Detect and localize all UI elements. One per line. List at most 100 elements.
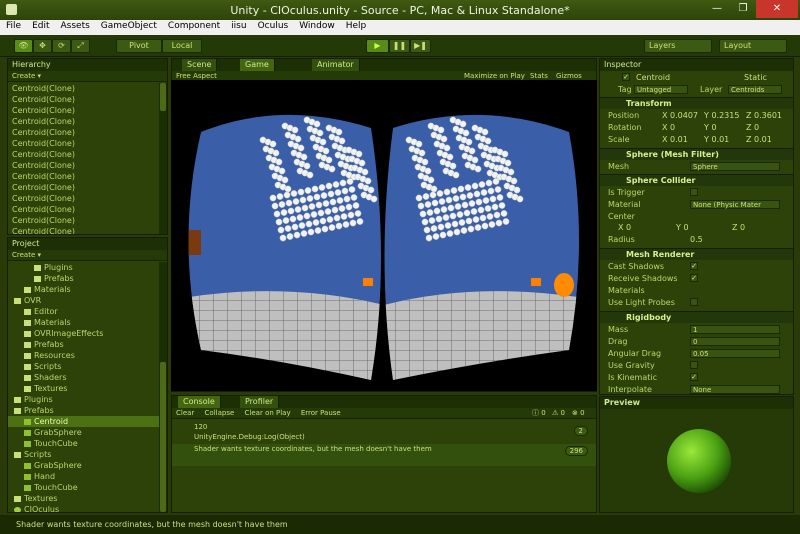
warning-count[interactable]: ⚠ 0 [552, 408, 565, 419]
hierarchy-item[interactable]: Centroid(Clone) [8, 127, 167, 138]
project-create-dropdown[interactable]: Create ▾ [8, 250, 167, 261]
active-checkbox[interactable]: ✓ [622, 73, 630, 81]
position-x-field[interactable]: 0.0407 [670, 111, 698, 120]
scale-tool-button[interactable]: ⤢ [71, 39, 90, 53]
project-item[interactable]: Plugins [8, 262, 167, 273]
project-item[interactable]: Shaders [8, 372, 167, 383]
layer-dropdown[interactable]: Centroids [728, 85, 782, 94]
clear-button[interactable]: Clear [176, 409, 194, 417]
play-button[interactable]: ▶ [366, 39, 389, 53]
hierarchy-create-dropdown[interactable]: Create ▾ [8, 71, 167, 82]
radius-field[interactable]: 0.5 [690, 234, 703, 245]
project-item[interactable]: Textures [8, 493, 167, 504]
pivot-toggle[interactable]: Pivot [116, 39, 162, 53]
game-view-render[interactable] [171, 80, 597, 391]
hierarchy-item[interactable]: Centroid(Clone) [8, 149, 167, 160]
project-item[interactable]: Materials [8, 284, 167, 295]
scale-y-field[interactable]: 0.01 [711, 135, 729, 144]
tab-profiler[interactable]: Profiler [240, 396, 280, 408]
project-item[interactable]: Editor [8, 306, 167, 317]
project-item[interactable]: GrabSphere [8, 427, 167, 438]
hierarchy-item[interactable]: Centroid(Clone) [8, 215, 167, 226]
project-item[interactable]: Hand [8, 471, 167, 482]
sphere-collider-header[interactable]: Sphere Collider [600, 174, 793, 186]
project-item[interactable]: Textures [8, 383, 167, 394]
menu-help[interactable]: Help [340, 20, 372, 31]
hierarchy-item[interactable]: Centroid(Clone) [8, 138, 167, 149]
project-item[interactable]: TouchCube [8, 438, 167, 449]
menu-oculus[interactable]: Oculus [252, 20, 294, 31]
scale-x-field[interactable]: 0.01 [670, 135, 688, 144]
clear-on-play-button[interactable]: Clear on Play [245, 409, 291, 417]
console-message[interactable]: 120 UnityEngine.Debug:Log(Object) 2 [172, 422, 596, 444]
project-item[interactable]: Centroid [8, 416, 167, 427]
layout-dropdown[interactable]: Layout [719, 39, 787, 53]
step-button[interactable]: ▶❚ [410, 39, 431, 53]
use-gravity-checkbox[interactable] [690, 361, 698, 369]
mesh-field[interactable]: Sphere [690, 162, 780, 171]
project-item[interactable]: GrabSphere [8, 460, 167, 471]
local-toggle[interactable]: Local [162, 39, 202, 53]
menu-edit[interactable]: Edit [26, 20, 54, 31]
light-probes-checkbox[interactable] [690, 298, 698, 306]
position-y-field[interactable]: 0.2315 [711, 111, 739, 120]
tab-console[interactable]: Console [178, 396, 221, 408]
center-y-field[interactable]: 0 [683, 223, 688, 232]
project-item[interactable]: TouchCube [8, 482, 167, 493]
sphere-preview[interactable] [600, 409, 794, 513]
menu-gameobject[interactable]: GameObject [95, 20, 162, 31]
mesh-filter-header[interactable]: Sphere (Mesh Filter) [600, 148, 793, 160]
static-toggle[interactable]: Static [744, 72, 767, 83]
project-item[interactable]: OVRImageEffects [8, 328, 167, 339]
hierarchy-item[interactable]: Centroid(Clone) [8, 226, 167, 234]
transform-header[interactable]: Transform [600, 97, 793, 109]
cast-shadows-checkbox[interactable]: ✓ [690, 262, 698, 270]
hierarchy-item[interactable]: Centroid(Clone) [8, 160, 167, 171]
is-trigger-checkbox[interactable] [690, 188, 698, 196]
hierarchy-item[interactable]: Centroid(Clone) [8, 204, 167, 215]
project-item[interactable]: OVR [8, 295, 167, 306]
menu-window[interactable]: Window [293, 20, 340, 31]
view-tool-button[interactable]: 👁 [14, 39, 33, 53]
collapse-button[interactable]: Collapse [205, 409, 235, 417]
project-item[interactable]: CIOculus [8, 504, 167, 512]
layers-dropdown[interactable]: Layers [644, 39, 712, 53]
interpolate-dropdown[interactable]: None [690, 385, 780, 394]
material-field[interactable]: None (Physic Mater [690, 200, 780, 209]
hierarchy-item[interactable]: Centroid(Clone) [8, 193, 167, 204]
maximize-button[interactable]: ❐ [730, 0, 756, 18]
aspect-dropdown[interactable]: Free Aspect [176, 72, 217, 80]
tag-dropdown[interactable]: Untagged [634, 85, 688, 94]
rotate-tool-button[interactable]: ⟳ [52, 39, 71, 53]
mass-field[interactable]: 1 [690, 325, 780, 334]
rigidbody-header[interactable]: Rigidbody [600, 311, 793, 323]
project-item[interactable]: Scripts [8, 361, 167, 372]
center-z-field[interactable]: 0 [740, 223, 745, 232]
hierarchy-scrollbar[interactable] [159, 83, 167, 234]
project-item[interactable]: Prefabs [8, 405, 167, 416]
is-kinematic-checkbox[interactable]: ✓ [690, 373, 698, 381]
error-count[interactable]: ⊗ 0 [572, 408, 585, 419]
status-bar[interactable]: Shader wants texture coordinates, but th… [0, 515, 800, 534]
receive-shadows-checkbox[interactable]: ✓ [690, 274, 698, 282]
drag-field[interactable]: 0 [690, 337, 780, 346]
materials-row[interactable]: Materials [604, 285, 783, 296]
message-count[interactable]: ⓘ 0 [532, 408, 546, 419]
tab-game[interactable]: Game [240, 59, 275, 71]
inspector-tab[interactable]: Inspector [600, 59, 793, 71]
preview-header[interactable]: Preview [600, 397, 793, 409]
pause-button[interactable]: ❚❚ [389, 39, 410, 53]
error-pause-button[interactable]: Error Pause [301, 409, 341, 417]
hierarchy-item[interactable]: Centroid(Clone) [8, 171, 167, 182]
hierarchy-tab[interactable]: Hierarchy [8, 59, 167, 71]
hierarchy-item[interactable]: Centroid(Clone) [8, 83, 167, 94]
menu-component[interactable]: Component [162, 20, 225, 31]
tab-animator[interactable]: Animator [312, 59, 360, 71]
rotation-y-field[interactable]: 0 [711, 123, 716, 132]
project-item[interactable]: Plugins [8, 394, 167, 405]
rotation-x-field[interactable]: 0 [670, 123, 675, 132]
project-scrollbar[interactable] [159, 262, 167, 512]
center-x-field[interactable]: 0 [626, 223, 631, 232]
minimize-button[interactable]: — [704, 0, 730, 18]
menu-iisu[interactable]: iisu [225, 20, 251, 31]
